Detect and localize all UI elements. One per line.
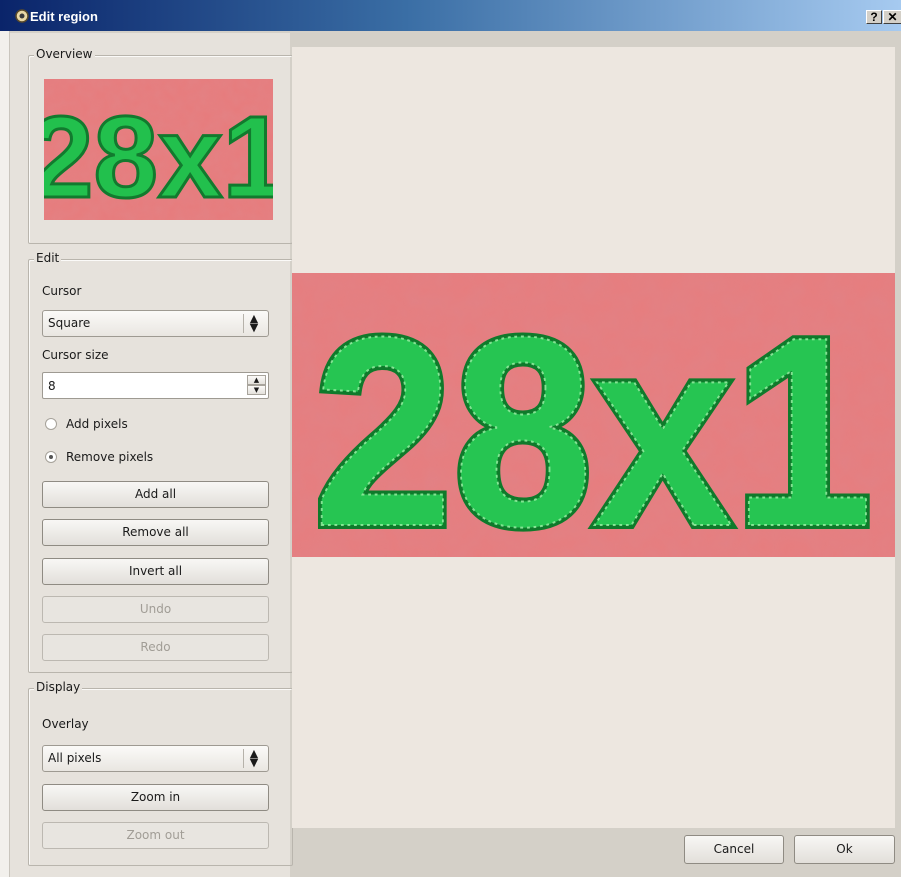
up-down-arrows-icon: ▲ ▼ <box>243 748 264 768</box>
remove-pixels-label: Remove pixels <box>66 450 154 464</box>
ok-button[interactable]: Ok <box>794 835 895 864</box>
region-image[interactable]: 28x1 28x1 <box>292 273 895 557</box>
up-down-arrows-icon: ▲ ▼ <box>243 313 264 333</box>
cursor-select-value: Square <box>48 316 91 330</box>
overlay-label: Overlay <box>42 717 89 731</box>
edit-group-title: Edit <box>34 251 62 265</box>
control-panel: Overview 28x1 Edit Cursor Square ▲ ▼ Curs… <box>10 33 293 877</box>
zoom-out-button[interactable]: Zoom out <box>42 822 269 849</box>
cursor-size-value: 8 <box>48 379 56 393</box>
display-group: Display Overlay All pixels ▲ ▼ Zoom in Zo… <box>28 680 293 866</box>
cursor-label: Cursor <box>42 284 82 298</box>
overlay-select-value: All pixels <box>48 751 102 765</box>
zoom-in-button[interactable]: Zoom in <box>42 784 269 811</box>
add-pixels-label: Add pixels <box>66 417 128 431</box>
window-border <box>0 31 10 877</box>
radio-unchecked-icon <box>45 418 57 430</box>
cursor-select[interactable]: Square ▲ ▼ <box>42 310 269 337</box>
title-bar: Edit region ? ✕ <box>0 0 901 33</box>
remove-pixels-radio[interactable]: Remove pixels <box>42 449 182 467</box>
overview-group-title: Overview <box>34 47 95 61</box>
overview-image-text: 28x1 <box>44 92 273 220</box>
add-pixels-radio[interactable]: Add pixels <box>42 416 162 434</box>
redo-button[interactable]: Redo <box>42 634 269 661</box>
edit-group: Edit Cursor Square ▲ ▼ Cursor size 8 ▲ ▼ … <box>28 251 293 673</box>
undo-button[interactable]: Undo <box>42 596 269 623</box>
overview-thumbnail[interactable]: 28x1 <box>44 79 273 220</box>
remove-all-button[interactable]: Remove all <box>42 519 269 546</box>
cursor-size-label: Cursor size <box>42 348 109 362</box>
spin-up-icon[interactable]: ▲ <box>247 375 266 385</box>
region-outline-text: 28x1 <box>313 282 873 557</box>
radio-checked-icon <box>45 451 57 463</box>
overlay-select[interactable]: All pixels ▲ ▼ <box>42 745 269 772</box>
edit-canvas[interactable]: 28x1 28x1 <box>292 47 895 828</box>
spin-down-icon[interactable]: ▼ <box>247 385 266 395</box>
invert-all-button[interactable]: Invert all <box>42 558 269 585</box>
cancel-button[interactable]: Cancel <box>684 835 784 864</box>
window-title: Edit region <box>30 9 98 24</box>
app-icon <box>15 9 29 23</box>
close-button[interactable]: ✕ <box>883 10 901 24</box>
add-all-button[interactable]: Add all <box>42 481 269 508</box>
display-group-title: Display <box>34 680 83 694</box>
overview-group: Overview 28x1 <box>28 47 293 244</box>
help-button[interactable]: ? <box>866 10 882 24</box>
cursor-size-spinbox[interactable]: 8 ▲ ▼ <box>42 372 269 399</box>
